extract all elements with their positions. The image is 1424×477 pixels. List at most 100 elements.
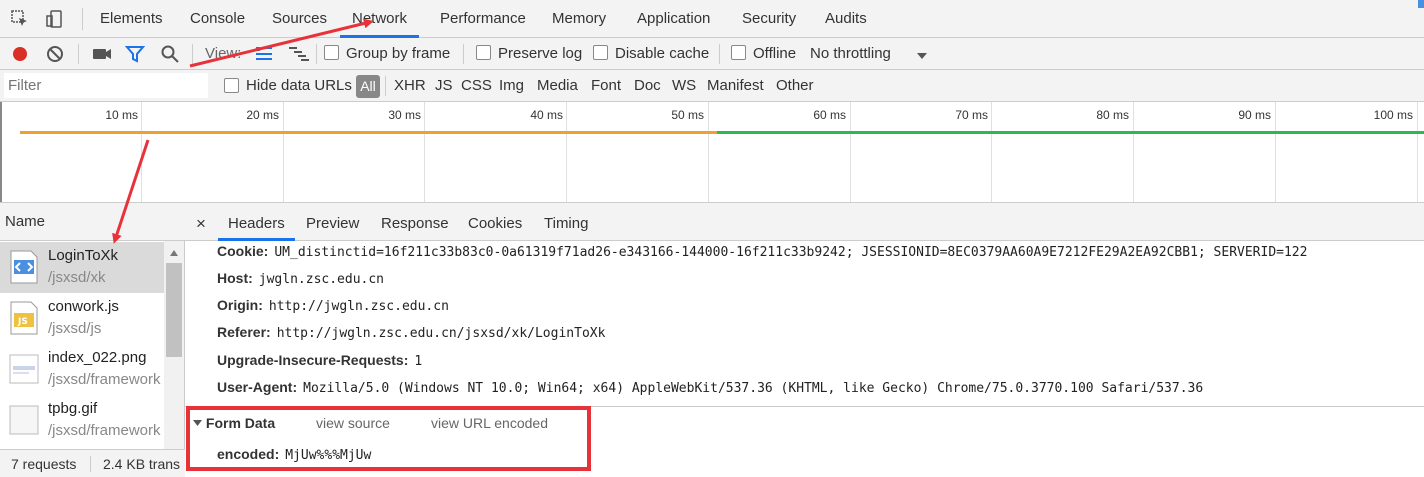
network-status-bar: 7 requests 2.4 KB trans [0, 449, 185, 477]
disable-cache-checkbox[interactable] [593, 45, 608, 60]
header-row-user-agent: User-Agent: Mozilla/5.0 (Windows NT 10.0;… [217, 379, 1203, 396]
toolbar-divider [719, 44, 720, 64]
disable-cache-label: Disable cache [615, 45, 710, 62]
header-value: Mozilla/5.0 (Windows NT 10.0; Win64; x64… [303, 381, 1204, 396]
tab-cookies[interactable]: Cookies [468, 203, 522, 241]
preserve-log-label: Preserve log [498, 45, 583, 62]
header-key: Origin: [217, 297, 263, 313]
tab-response[interactable]: Response [381, 203, 449, 241]
tick-label: 40 ms [530, 108, 563, 122]
script-file-icon: JS [9, 301, 39, 335]
name-column-header[interactable]: Name [0, 203, 185, 241]
timeline-gridline [1417, 102, 1418, 202]
scroll-up-arrow-icon[interactable] [169, 249, 179, 257]
filter-all-button[interactable]: All [356, 75, 380, 98]
timeline-gridline [1133, 102, 1134, 202]
filter-manifest[interactable]: Manifest [707, 70, 764, 102]
tick-label: 90 ms [1238, 108, 1271, 122]
tick-label: 60 ms [813, 108, 846, 122]
timeline-gridline [991, 102, 992, 202]
request-row[interactable]: index_022.png /jsxsd/framework [0, 344, 164, 395]
close-icon[interactable]: × [196, 203, 206, 241]
toolbar-divider [192, 44, 193, 64]
window-edge [1418, 0, 1424, 8]
large-rows-icon[interactable] [254, 46, 274, 66]
timeline-download-bar [717, 131, 1424, 134]
request-row[interactable]: tpbg.gif /jsxsd/framework [0, 395, 164, 446]
tab-headers[interactable]: Headers [218, 203, 295, 241]
tab-elements[interactable]: Elements [100, 0, 163, 38]
toolbar-divider [78, 44, 79, 64]
header-key: User-Agent: [217, 379, 298, 395]
tab-memory[interactable]: Memory [552, 0, 606, 38]
timeline-gridline [850, 102, 851, 202]
request-path: /jsxsd/xk [48, 269, 106, 286]
timeline-gridline [708, 102, 709, 202]
request-path: /jsxsd/js [48, 320, 102, 337]
header-key: Referer: [217, 324, 271, 340]
timeline-gridline [566, 102, 567, 202]
toolbar-divider [463, 44, 464, 64]
header-row-cookie: Cookie: UM_distinctid=16f211c33b83c0-0a61… [217, 243, 1307, 260]
capture-screenshots-icon[interactable] [91, 44, 113, 68]
offline-checkbox[interactable] [731, 45, 746, 60]
group-by-frame-checkbox[interactable] [324, 45, 339, 60]
filter-other[interactable]: Other [776, 70, 814, 102]
request-row[interactable]: JS conwork.js /jsxsd/js [0, 293, 164, 344]
inspect-element-icon[interactable] [10, 9, 30, 29]
header-key: Cookie: [217, 243, 269, 259]
filter-img[interactable]: Img [499, 70, 524, 102]
svg-text:JS: JS [17, 317, 28, 327]
tab-preview[interactable]: Preview [306, 203, 359, 241]
tab-security[interactable]: Security [742, 0, 796, 38]
chevron-down-icon[interactable] [916, 48, 928, 65]
record-icon[interactable] [10, 44, 30, 68]
tab-performance[interactable]: Performance [440, 0, 526, 38]
tab-application[interactable]: Application [637, 0, 710, 38]
filter-css[interactable]: CSS [461, 70, 492, 102]
filter-media[interactable]: Media [537, 70, 578, 102]
devtools-tabbar: Elements Console Sources Network Perform… [0, 0, 1424, 38]
header-row-host: Host: jwgln.zsc.edu.cn [217, 270, 384, 287]
header-value: http://jwgln.zsc.edu.cn/jsxsd/xk/LoginTo… [276, 326, 606, 341]
request-name: tpbg.gif [48, 400, 98, 417]
tab-sources[interactable]: Sources [272, 0, 327, 38]
hide-data-urls-label: Hide data URLs [246, 77, 352, 94]
throttling-select[interactable]: No throttling [810, 38, 891, 70]
filter-doc[interactable]: Doc [634, 70, 661, 102]
request-row[interactable]: LoginToXk /jsxsd/xk [0, 242, 164, 293]
document-icon [9, 250, 39, 284]
tab-network[interactable]: Network [340, 0, 420, 38]
hide-data-urls-checkbox[interactable] [224, 78, 239, 93]
scrollbar-thumb[interactable] [166, 263, 182, 357]
tick-label: 100 ms [1373, 108, 1413, 122]
transfer-size: 2.4 KB trans [103, 456, 181, 472]
tab-audits[interactable]: Audits [825, 0, 867, 38]
toolbar-divider [316, 44, 317, 64]
tab-console[interactable]: Console [190, 0, 245, 38]
header-row-upgrade-insecure-requests: Upgrade-Insecure-Requests: 1 [217, 352, 422, 369]
timeline-gridline [283, 102, 284, 202]
preserve-log-checkbox[interactable] [476, 45, 491, 60]
waterfall-overview-icon[interactable] [288, 46, 310, 66]
request-name: index_022.png [48, 349, 147, 366]
request-name: conwork.js [48, 298, 119, 315]
request-path: /jsxsd/framework [48, 422, 161, 439]
header-row-origin: Origin: http://jwgln.zsc.edu.cn [217, 297, 449, 314]
request-list-scrollbar[interactable] [164, 241, 184, 451]
filter-divider [385, 76, 386, 96]
tab-timing[interactable]: Timing [544, 203, 588, 241]
search-icon[interactable] [160, 44, 180, 68]
timeline-overview[interactable]: 10 ms 20 ms 30 ms 40 ms 50 ms 60 ms 70 m… [0, 102, 1424, 203]
filter-xhr[interactable]: XHR [394, 70, 426, 102]
filter-icon[interactable] [124, 44, 146, 68]
clear-icon[interactable] [45, 44, 65, 68]
device-toolbar-icon[interactable] [44, 9, 64, 29]
header-value: 1 [414, 354, 423, 369]
filter-font[interactable]: Font [591, 70, 621, 102]
timeline-gridline [1275, 102, 1276, 202]
filter-input[interactable] [4, 73, 208, 98]
filter-ws[interactable]: WS [672, 70, 696, 102]
tick-label: 10 ms [105, 108, 138, 122]
filter-js[interactable]: JS [435, 70, 453, 102]
